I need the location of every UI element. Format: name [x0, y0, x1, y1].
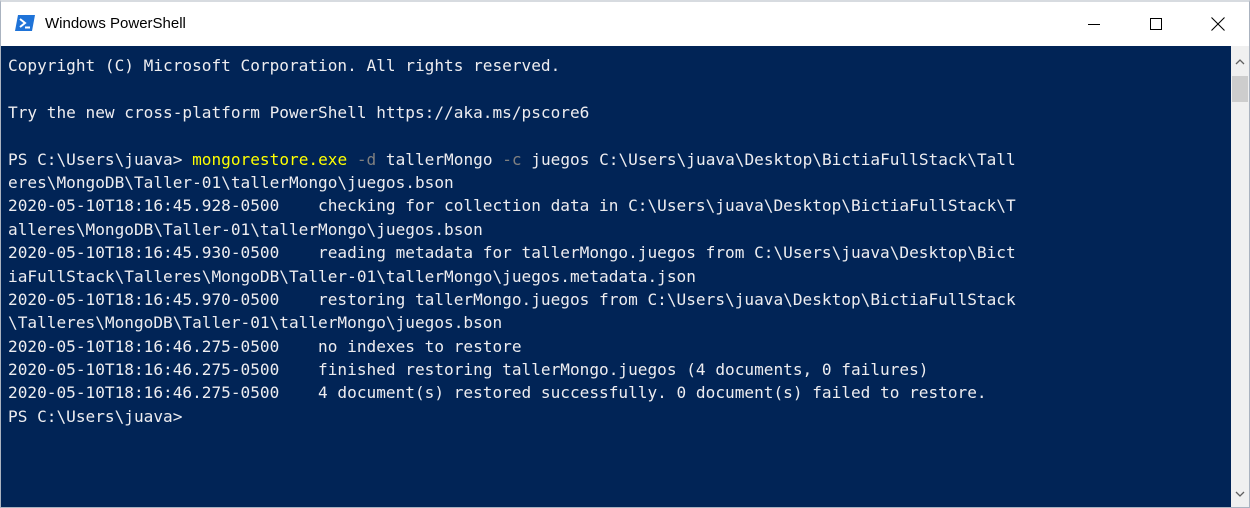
scroll-thumb[interactable]	[1232, 76, 1248, 102]
console-line: Try the new cross-platform PowerShell ht…	[8, 101, 1016, 124]
console-line: 2020-05-10T18:16:46.275-0500 finished re…	[8, 358, 1016, 381]
vertical-scrollbar[interactable]	[1231, 46, 1249, 507]
close-button[interactable]	[1187, 2, 1249, 46]
minimize-button[interactable]	[1063, 2, 1125, 46]
close-icon	[1211, 17, 1225, 31]
maximize-button[interactable]	[1125, 2, 1187, 46]
console-text: PS C:\Users\juava>	[8, 406, 183, 426]
console-line: iaFullStack\Talleres\MongoDB\Taller-01\t…	[8, 265, 1016, 288]
console-output[interactable]: Copyright (C) Microsoft Corporation. All…	[1, 46, 1231, 507]
console-text: Copyright (C) Microsoft Corporation. All…	[8, 56, 561, 75]
console-line: Copyright (C) Microsoft Corporation. All…	[8, 54, 1016, 77]
scroll-down-button[interactable]	[1231, 478, 1249, 507]
console-text: PS C:\Users\juava>	[8, 149, 193, 169]
console-text: 2020-05-10T18:16:46.275-0500 finished re…	[8, 360, 929, 380]
powershell-icon[interactable]	[15, 15, 35, 31]
console-text: iaFullStack\Talleres\MongoDB\Taller-01\t…	[8, 266, 696, 286]
parameter-text: -d	[356, 149, 377, 169]
minimize-icon	[1088, 18, 1100, 30]
console-text: Try the new cross-platform PowerShell ht…	[8, 102, 590, 122]
console-lines: Copyright (C) Microsoft Corporation. All…	[8, 54, 1016, 428]
console-line: 2020-05-10T18:16:45.930-0500 reading met…	[8, 241, 1016, 264]
console-text: 2020-05-10T18:16:46.275-0500 4 document(…	[8, 383, 987, 403]
command-text: mongorestore.exe	[192, 149, 348, 169]
console-line: 2020-05-10T18:16:45.970-0500 restoring t…	[8, 288, 1016, 311]
scroll-up-button[interactable]	[1231, 46, 1249, 76]
console-line: \Talleres\MongoDB\Taller-01\tallerMongo\…	[8, 311, 1016, 334]
console-text: juegos C:\Users\juava\Desktop\BictiaFull…	[521, 149, 1016, 169]
console-text: alleres\MongoDB\Taller-01\tallerMongo\ju…	[8, 219, 483, 239]
scroll-up-arrow-icon	[1235, 52, 1245, 70]
console-text: \Talleres\MongoDB\Taller-01\tallerMongo\…	[8, 313, 503, 333]
scroll-down-arrow-icon	[1235, 484, 1245, 502]
console-line: eres\MongoDB\Taller-01\tallerMongo\juego…	[8, 171, 1016, 194]
console-text: eres\MongoDB\Taller-01\tallerMongo\juego…	[8, 172, 454, 192]
console-text: 2020-05-10T18:16:45.928-0500 checking fo…	[8, 196, 1016, 216]
powershell-window: Windows PowerShell Copyright (C) Microso…	[0, 0, 1250, 508]
console-line: 2020-05-10T18:16:46.275-0500 4 document(…	[8, 381, 1016, 404]
title-bar[interactable]: Windows PowerShell	[1, 2, 1249, 46]
console-line: PS C:\Users\juava> mongorestore.exe -d t…	[8, 148, 1016, 171]
parameter-text: -c	[502, 149, 522, 169]
console-line: 2020-05-10T18:16:45.928-0500 checking fo…	[8, 194, 1016, 217]
console-text: tallerMongo	[376, 149, 503, 169]
console-line: 2020-05-10T18:16:46.275-0500 no indexes …	[8, 335, 1016, 358]
window-title: Windows PowerShell	[45, 15, 186, 32]
console-text: 2020-05-10T18:16:45.930-0500 reading met…	[8, 243, 1016, 263]
maximize-icon	[1150, 18, 1162, 30]
console-line: alleres\MongoDB\Taller-01\tallerMongo\ju…	[8, 218, 1016, 241]
console-text: 2020-05-10T18:16:46.275-0500 no indexes …	[8, 336, 522, 356]
console-line: PS C:\Users\juava>	[8, 405, 1016, 428]
console-text: 2020-05-10T18:16:45.970-0500 restoring t…	[8, 289, 1016, 309]
